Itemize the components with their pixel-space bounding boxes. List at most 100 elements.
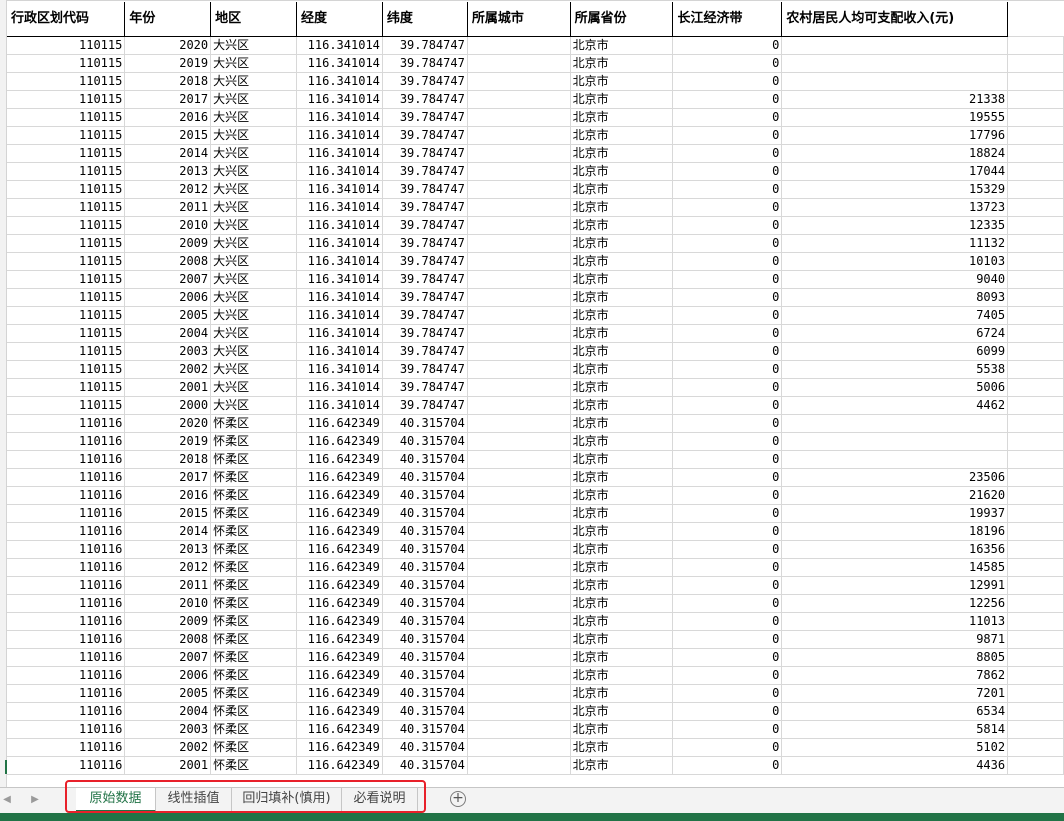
cell-yangtze-belt[interactable]: 0 [672,198,783,217]
cell-longitude[interactable]: 116.642349 [296,756,383,775]
cell-yangtze-belt[interactable]: 0 [672,576,783,595]
cell-rural-income[interactable]: 7405 [781,306,1009,325]
cell-city[interactable] [467,270,571,289]
cell-longitude[interactable]: 116.341014 [296,180,383,199]
cell-year[interactable]: 2015 [124,504,212,523]
chevron-left-icon[interactable]: ◀ [0,792,14,808]
cell-longitude[interactable]: 116.642349 [296,504,383,523]
cell-year[interactable]: 2020 [124,36,212,55]
cell-latitude[interactable]: 39.784747 [382,54,468,73]
cell-province[interactable]: 北京市 [570,414,674,433]
cell-yangtze-belt[interactable]: 0 [672,738,783,757]
cell-region[interactable]: 怀柔区 [210,648,297,667]
cell-yangtze-belt[interactable]: 0 [672,558,783,577]
cell-latitude[interactable]: 39.784747 [382,72,468,91]
cell-latitude[interactable]: 39.784747 [382,288,468,307]
cell-city[interactable] [467,648,571,667]
cell-year[interactable]: 2019 [124,432,212,451]
cell-latitude[interactable]: 40.315704 [382,720,468,739]
cell-yangtze-belt[interactable]: 0 [672,306,783,325]
cell-longitude[interactable]: 116.341014 [296,324,383,343]
cell-year[interactable]: 2017 [124,468,212,487]
cell-rural-income[interactable]: 8805 [781,648,1009,667]
cell-year[interactable]: 2010 [124,594,212,613]
cell-province[interactable]: 北京市 [570,288,674,307]
cell-rural-income[interactable]: 23506 [781,468,1009,487]
cell-city[interactable] [467,36,571,55]
cell-year[interactable]: 2005 [124,684,212,703]
cell-yangtze-belt[interactable]: 0 [672,504,783,523]
cell-latitude[interactable]: 40.315704 [382,594,468,613]
cell-year[interactable]: 2018 [124,450,212,469]
cell-province[interactable]: 北京市 [570,162,674,181]
cell-rural-income[interactable]: 6724 [781,324,1009,343]
cell-longitude[interactable]: 116.341014 [296,234,383,253]
cell-latitude[interactable]: 39.784747 [382,198,468,217]
cell-longitude[interactable]: 116.642349 [296,684,383,703]
empty-cell[interactable] [1007,306,1064,325]
cell-region[interactable]: 怀柔区 [210,468,297,487]
cell-province[interactable]: 北京市 [570,144,674,163]
cell-latitude[interactable]: 39.784747 [382,342,468,361]
cell-year[interactable]: 2002 [124,360,212,379]
cell-region[interactable]: 怀柔区 [210,432,297,451]
cell-longitude[interactable]: 116.341014 [296,126,383,145]
header-latitude[interactable]: 纬度 [382,2,468,37]
empty-cell[interactable] [1007,198,1064,217]
empty-cell[interactable] [1007,648,1064,667]
cell-city[interactable] [467,342,571,361]
cell-region[interactable]: 大兴区 [210,198,297,217]
cell-province[interactable]: 北京市 [570,234,674,253]
cell-region[interactable]: 怀柔区 [210,414,297,433]
cell-rural-income[interactable]: 5538 [781,360,1009,379]
cell-yangtze-belt[interactable]: 0 [672,270,783,289]
empty-cell[interactable] [1007,72,1064,91]
cell-longitude[interactable]: 116.341014 [296,162,383,181]
cell-admin-code[interactable]: 110116 [7,648,126,667]
empty-cell[interactable] [1007,666,1064,685]
cell-city[interactable] [467,360,571,379]
cell-latitude[interactable]: 40.315704 [382,648,468,667]
cell-latitude[interactable]: 39.784747 [382,36,468,55]
empty-cell[interactable] [1007,324,1064,343]
empty-cell[interactable] [1007,180,1064,199]
cell-region[interactable]: 大兴区 [210,144,297,163]
cell-admin-code[interactable]: 110116 [7,630,126,649]
cell-region[interactable]: 大兴区 [210,180,297,199]
cell-rural-income[interactable]: 8093 [781,288,1009,307]
cell-province[interactable]: 北京市 [570,216,674,235]
tab-original-data[interactable]: 原始数据 [76,788,156,812]
cell-longitude[interactable]: 116.341014 [296,288,383,307]
cell-city[interactable] [467,90,571,109]
cell-year[interactable]: 2015 [124,126,212,145]
cell-region[interactable]: 大兴区 [210,72,297,91]
cell-year[interactable]: 2014 [124,522,212,541]
cell-latitude[interactable]: 40.315704 [382,504,468,523]
cell-admin-code[interactable]: 110116 [7,450,126,469]
cell-admin-code[interactable]: 110116 [7,756,126,775]
plus-circle-icon[interactable]: + [450,791,466,807]
cell-province[interactable]: 北京市 [570,450,674,469]
cell-longitude[interactable]: 116.341014 [296,198,383,217]
cell-admin-code[interactable]: 110115 [7,162,126,181]
cell-region[interactable]: 大兴区 [210,234,297,253]
cell-year[interactable]: 2013 [124,162,212,181]
cell-longitude[interactable]: 116.341014 [296,90,383,109]
cell-province[interactable]: 北京市 [570,630,674,649]
cell-yangtze-belt[interactable]: 0 [672,288,783,307]
cell-yangtze-belt[interactable]: 0 [672,90,783,109]
empty-cell[interactable] [1007,396,1064,415]
cell-region[interactable]: 怀柔区 [210,720,297,739]
cell-latitude[interactable]: 39.784747 [382,360,468,379]
cell-latitude[interactable]: 40.315704 [382,558,468,577]
cell-year[interactable]: 2011 [124,198,212,217]
empty-cell[interactable] [1007,126,1064,145]
cell-region[interactable]: 大兴区 [210,270,297,289]
cell-yangtze-belt[interactable]: 0 [672,378,783,397]
cell-yangtze-belt[interactable]: 0 [672,72,783,91]
empty-cell[interactable] [1007,54,1064,73]
cell-longitude[interactable]: 116.341014 [296,216,383,235]
cell-rural-income[interactable]: 9871 [781,630,1009,649]
cell-rural-income[interactable]: 13723 [781,198,1009,217]
cell-year[interactable]: 2020 [124,414,212,433]
